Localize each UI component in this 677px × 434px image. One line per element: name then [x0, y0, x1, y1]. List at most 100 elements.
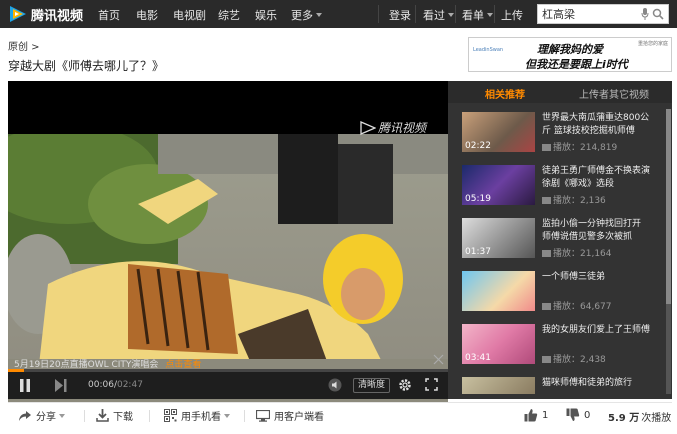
- thumbnail-duration: 01:37: [465, 247, 491, 257]
- video-title[interactable]: 世界最大南瓜蒲重达800公斤 篮球技校挖掘机师傅: [542, 112, 652, 138]
- like-button[interactable]: 1: [524, 408, 548, 422]
- view-count: 5.9 万次播放: [608, 409, 671, 424]
- play-count: 播放：21,164: [542, 246, 612, 259]
- logo-play-icon: [10, 6, 26, 22]
- video-thumbnail[interactable]: 05:19: [462, 165, 535, 205]
- search-input[interactable]: [538, 5, 633, 23]
- pause-icon[interactable]: [19, 379, 31, 392]
- list-item[interactable]: 一个师傅三徒弟 播放：64,677: [462, 268, 662, 321]
- sidebar-scrollbar[interactable]: [666, 109, 671, 394]
- video-watermark: 腾讯视频: [360, 119, 426, 136]
- client-watch-label: 用客户端看: [274, 412, 324, 423]
- page-title: 穿越大剧《师傅去哪儿了？》: [8, 59, 165, 73]
- search-icon[interactable]: [652, 8, 664, 20]
- nav-more[interactable]: 更多: [291, 7, 322, 23]
- tab-uploader-videos[interactable]: 上传者其它视频: [579, 86, 649, 101]
- monitor-icon: [256, 409, 270, 422]
- chevron-down-icon: [59, 413, 65, 418]
- search-box: [537, 4, 669, 24]
- play-count-icon: [542, 356, 551, 363]
- mobile-watch-button[interactable]: 用手机看: [164, 408, 230, 423]
- ad-line1: 理解我妈的爱: [537, 43, 603, 56]
- chevron-down-icon: [224, 413, 230, 418]
- chevron-down-icon: [487, 13, 493, 17]
- upload-link[interactable]: 上传: [501, 7, 523, 23]
- ad-banner[interactable]: LeadinSwan 理解我妈的爱 但我还是要跟上i时代 重拾您的家庭: [468, 37, 672, 72]
- video-thumbnail[interactable]: [462, 271, 535, 311]
- video-title[interactable]: 一个师傅三徒弟: [542, 271, 652, 284]
- download-button[interactable]: 下载: [96, 408, 133, 423]
- video-title[interactable]: 徒弟王勇广师傅金不换表演徐剧《哪戏》选段: [542, 165, 652, 191]
- top-nav: 腾讯视频 首页 电影 电视剧 综艺 娱乐 更多 登录 看过 看单 上传: [0, 0, 677, 28]
- video-player[interactable]: 腾讯视频 5月19日20点直播OWL CITY演唱会 点击查看 00:06/02…: [8, 81, 448, 402]
- history-link[interactable]: 看过: [423, 7, 454, 23]
- download-icon: [96, 409, 109, 422]
- next-icon[interactable]: [54, 379, 67, 392]
- play-count-text: 播放：21,164: [553, 249, 612, 259]
- nav-more-label: 更多: [291, 9, 313, 22]
- thumbs-up-icon: [524, 409, 538, 422]
- video-thumbnail[interactable]: [462, 377, 535, 394]
- nav-divider: [494, 5, 495, 23]
- share-icon: [19, 410, 31, 421]
- view-count-number: 5.9 万: [608, 413, 640, 424]
- breadcrumb[interactable]: 原创 >: [8, 38, 40, 53]
- share-button[interactable]: 分享: [18, 408, 65, 423]
- watchlist-link[interactable]: 看单: [462, 7, 493, 23]
- list-item[interactable]: 03:41 我的女朋友们爱上了王师傅 播放：2,438: [462, 321, 662, 374]
- logo-text: 腾讯视频: [31, 8, 84, 24]
- list-item[interactable]: 05:19 徒弟王勇广师傅金不换表演徐剧《哪戏》选段 播放：2,136: [462, 162, 662, 215]
- share-label: 分享: [36, 412, 56, 423]
- video-thumbnail[interactable]: 03:41: [462, 324, 535, 364]
- nav-entertainment[interactable]: 娱乐: [255, 7, 277, 23]
- ad-tag: 重拾您的家庭: [637, 41, 668, 47]
- download-label: 下载: [113, 412, 133, 423]
- history-label: 看过: [423, 9, 445, 22]
- video-title[interactable]: 我的女朋友们爱上了王师傅: [542, 324, 652, 337]
- video-thumbnail[interactable]: 01:37: [462, 218, 535, 258]
- fullscreen-icon[interactable]: [425, 378, 438, 391]
- video-thumbnail[interactable]: 02:22: [462, 112, 535, 152]
- thumbnail-duration: 03:41: [465, 353, 491, 363]
- qr-code-icon: [164, 409, 177, 422]
- play-count: 播放：2,438: [542, 352, 606, 365]
- nav-movies[interactable]: 电影: [136, 7, 158, 23]
- dislike-button[interactable]: 0: [566, 408, 590, 422]
- dislike-count: 0: [584, 409, 591, 421]
- thumbs-down-icon: [566, 408, 580, 421]
- nav-divider: [415, 5, 416, 23]
- chevron-down-icon: [448, 13, 454, 17]
- scrollbar-thumb[interactable]: [666, 109, 671, 304]
- settings-gear-icon[interactable]: [398, 378, 412, 392]
- sidebar-tabs: 相关推荐 上传者其它视频: [448, 81, 672, 103]
- login-link[interactable]: 登录: [389, 7, 411, 23]
- list-item[interactable]: 01:37 监拍小偷一分钟找回打开 师傅说借见警多次被抓 播放：21,164: [462, 215, 662, 268]
- nav-divider: [455, 5, 456, 23]
- play-count-icon: [542, 303, 551, 310]
- list-item[interactable]: 猫咪师傅和徒弟的旅行: [462, 374, 662, 394]
- video-title[interactable]: 猫咪师傅和徒弟的旅行: [542, 377, 652, 390]
- play-count-text: 播放：214,819: [553, 143, 618, 153]
- video-title[interactable]: 监拍小偷一分钟找回打开 师傅说借见警多次被抓: [542, 218, 652, 244]
- tencent-video-logo[interactable]: 腾讯视频: [8, 4, 83, 24]
- related-video-list: 02:22 世界最大南瓜蒲重达800公斤 篮球技校挖掘机师傅 播放：214,81…: [462, 109, 662, 394]
- divider: [149, 410, 150, 422]
- watermark-play-icon: [360, 120, 376, 135]
- nav-home[interactable]: 首页: [98, 7, 120, 23]
- quality-button[interactable]: 清晰度: [353, 378, 391, 393]
- volume-icon[interactable]: [328, 378, 342, 392]
- microphone-icon[interactable]: [641, 8, 649, 20]
- nav-divider: [378, 5, 379, 23]
- client-watch-button[interactable]: 用客户端看: [256, 408, 324, 423]
- total-time: 02:47: [116, 380, 143, 390]
- play-count-text: 播放：2,438: [553, 355, 606, 365]
- list-item[interactable]: 02:22 世界最大南瓜蒲重达800公斤 篮球技校挖掘机师傅 播放：214,81…: [462, 109, 662, 162]
- nav-variety[interactable]: 综艺: [218, 7, 240, 23]
- play-count-icon: [542, 250, 551, 257]
- close-icon[interactable]: [433, 354, 444, 365]
- nav-tv[interactable]: 电视剧: [173, 7, 206, 23]
- divider: [244, 410, 245, 422]
- tab-related[interactable]: 相关推荐: [485, 86, 525, 101]
- play-count-text: 播放：64,677: [553, 302, 612, 312]
- ad-line2: 但我还是要跟上i时代: [525, 58, 628, 71]
